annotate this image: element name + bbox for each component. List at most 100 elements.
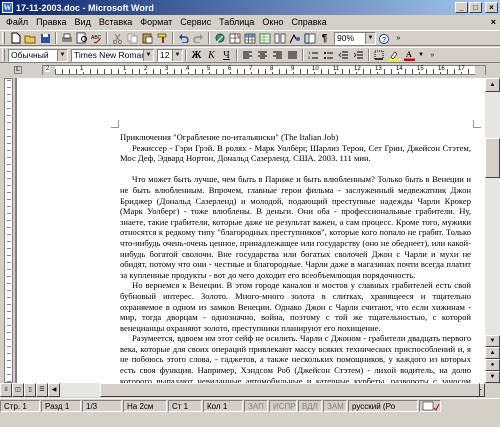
highlight-icon[interactable] bbox=[387, 48, 402, 62]
borders-icon[interactable] bbox=[372, 48, 387, 62]
zoom-select[interactable]: 90% ▼ bbox=[334, 31, 376, 45]
decrease-indent-icon[interactable] bbox=[336, 48, 351, 62]
status-line[interactable]: Ст 1 bbox=[168, 399, 202, 412]
vertical-scroll-thumb[interactable] bbox=[485, 138, 500, 178]
browse-object-button[interactable]: ● bbox=[485, 359, 500, 371]
status-overtype[interactable]: ЗАМ bbox=[323, 399, 347, 412]
maximize-button[interactable]: □ bbox=[469, 2, 482, 13]
menu-insert[interactable]: Вставка bbox=[95, 17, 136, 27]
previous-page-button[interactable]: ▲ bbox=[485, 347, 500, 359]
help-icon[interactable]: ? bbox=[376, 31, 391, 45]
horizontal-scroll-track[interactable] bbox=[60, 383, 480, 397]
menu-view[interactable]: Вид bbox=[71, 17, 95, 27]
scroll-down-button[interactable]: ▼ bbox=[485, 335, 500, 347]
bullets-icon[interactable] bbox=[321, 48, 336, 62]
chevron-down-icon[interactable]: ▼ bbox=[417, 48, 425, 62]
horizontal-ruler[interactable]: 2 1 1 2 3 4 5 6 7 8 9 10 11 12 13 14 15 … bbox=[0, 64, 500, 76]
minimize-button[interactable]: _ bbox=[455, 2, 468, 13]
chevron-down-icon[interactable]: ▼ bbox=[172, 49, 182, 61]
document-text[interactable]: Приключения "Ограбление по-итальянски" (… bbox=[120, 132, 471, 383]
menu-edit[interactable]: Правка bbox=[32, 17, 70, 27]
status-position[interactable]: На 2см bbox=[123, 399, 167, 412]
menu-tools[interactable]: Сервис bbox=[176, 17, 215, 27]
hyperlink-icon[interactable] bbox=[212, 31, 227, 45]
ruler-number: 2 bbox=[45, 66, 51, 72]
increase-indent-icon[interactable] bbox=[351, 48, 366, 62]
ruler-right-margin bbox=[475, 66, 485, 76]
spelling-icon[interactable]: ABC bbox=[89, 31, 104, 45]
normal-view-icon[interactable]: ≡ bbox=[0, 383, 12, 397]
print-icon[interactable] bbox=[59, 31, 74, 45]
document-map-icon[interactable] bbox=[302, 31, 317, 45]
status-section[interactable]: Разд 1 bbox=[41, 399, 81, 412]
print-layout-icon[interactable]: ▯ bbox=[24, 383, 36, 397]
toolbar-separator bbox=[172, 32, 174, 44]
scroll-up-button[interactable]: ▲ bbox=[485, 78, 500, 92]
ruler-scale[interactable]: 2 1 1 2 3 4 5 6 7 8 9 10 11 12 13 14 15 … bbox=[42, 65, 486, 76]
align-center-icon[interactable] bbox=[255, 48, 270, 62]
italic-button[interactable]: К bbox=[204, 48, 219, 62]
bold-button[interactable]: Ж bbox=[189, 48, 204, 62]
cut-icon[interactable] bbox=[110, 31, 125, 45]
status-language[interactable]: русский (Ро bbox=[348, 399, 418, 412]
align-left-icon[interactable] bbox=[240, 48, 255, 62]
scroll-left-button[interactable]: ◀ bbox=[48, 383, 60, 397]
style-select[interactable]: Обычный ▼ bbox=[8, 48, 68, 62]
tab-selector[interactable]: L bbox=[14, 66, 22, 74]
font-size-select[interactable]: 12 ▼ bbox=[157, 48, 183, 62]
align-right-icon[interactable] bbox=[270, 48, 285, 62]
document-area[interactable]: Приключения "Ограбление по-итальянски" (… bbox=[15, 78, 485, 383]
justify-icon[interactable] bbox=[285, 48, 300, 62]
save-icon[interactable] bbox=[38, 31, 53, 45]
toolbar-grip[interactable] bbox=[2, 49, 5, 61]
print-preview-icon[interactable] bbox=[74, 31, 89, 45]
format-painter-icon[interactable] bbox=[155, 31, 170, 45]
document-page[interactable]: Приключения "Ограбление по-итальянски" (… bbox=[17, 78, 485, 383]
spelling-status-icon[interactable] bbox=[419, 399, 441, 412]
drawing-icon[interactable] bbox=[287, 31, 302, 45]
outline-view-icon[interactable]: ☰ bbox=[36, 383, 48, 397]
status-pages[interactable]: 1/3 bbox=[82, 399, 122, 412]
ruler-number: 12 bbox=[353, 66, 362, 72]
horizontal-scrollbar[interactable]: ≡ ◫ ▯ ☰ ◀ ▶ bbox=[0, 383, 485, 397]
undo-icon[interactable] bbox=[176, 31, 191, 45]
menu-file[interactable]: Файл bbox=[2, 17, 32, 27]
close-document-button[interactable]: × bbox=[491, 17, 496, 27]
chevron-down-icon[interactable]: ▼ bbox=[143, 49, 153, 61]
font-select[interactable]: Times New Roman ▼ bbox=[71, 48, 154, 62]
status-extend[interactable]: ВДЛ bbox=[298, 399, 322, 412]
status-track-changes[interactable]: ИСПР bbox=[269, 399, 297, 412]
toolbar-options-icon[interactable]: » bbox=[391, 31, 406, 45]
menu-help[interactable]: Справка bbox=[287, 17, 330, 27]
insert-table-icon[interactable] bbox=[242, 31, 257, 45]
horizontal-scroll-thumb[interactable] bbox=[100, 383, 480, 397]
chevron-down-icon[interactable]: ▼ bbox=[57, 49, 67, 61]
paste-icon[interactable] bbox=[140, 31, 155, 45]
web-view-icon[interactable]: ◫ bbox=[12, 383, 24, 397]
status-record-macro[interactable]: ЗАП bbox=[244, 399, 268, 412]
new-doc-icon[interactable] bbox=[8, 31, 23, 45]
menu-table[interactable]: Таблица bbox=[215, 17, 258, 27]
columns-icon[interactable] bbox=[272, 31, 287, 45]
menu-window[interactable]: Окно bbox=[258, 17, 287, 27]
insert-excel-icon[interactable] bbox=[257, 31, 272, 45]
menu-format[interactable]: Формат bbox=[136, 17, 176, 27]
show-formatting-icon[interactable]: ¶ bbox=[317, 31, 332, 45]
status-page[interactable]: Стр. 1 bbox=[0, 399, 40, 412]
tables-borders-icon[interactable] bbox=[227, 31, 242, 45]
status-column[interactable]: Кол 1 bbox=[203, 399, 243, 412]
close-button[interactable]: × bbox=[485, 2, 498, 13]
toolbar-grip[interactable] bbox=[2, 32, 5, 44]
toolbar-options-icon[interactable]: » bbox=[425, 48, 440, 62]
numbering-icon[interactable]: 12 bbox=[306, 48, 321, 62]
vertical-ruler[interactable] bbox=[4, 78, 13, 383]
open-icon[interactable] bbox=[23, 31, 38, 45]
vertical-scrollbar[interactable]: ▲ ▼ ▲ ● ▼ bbox=[485, 78, 500, 383]
underline-button[interactable]: Ч bbox=[219, 48, 234, 62]
word-app-icon[interactable]: W bbox=[2, 2, 13, 13]
font-color-icon[interactable]: A bbox=[402, 48, 417, 62]
redo-icon[interactable] bbox=[191, 31, 206, 45]
next-page-button[interactable]: ▼ bbox=[485, 371, 500, 383]
copy-icon[interactable] bbox=[125, 31, 140, 45]
chevron-down-icon[interactable]: ▼ bbox=[365, 32, 375, 44]
